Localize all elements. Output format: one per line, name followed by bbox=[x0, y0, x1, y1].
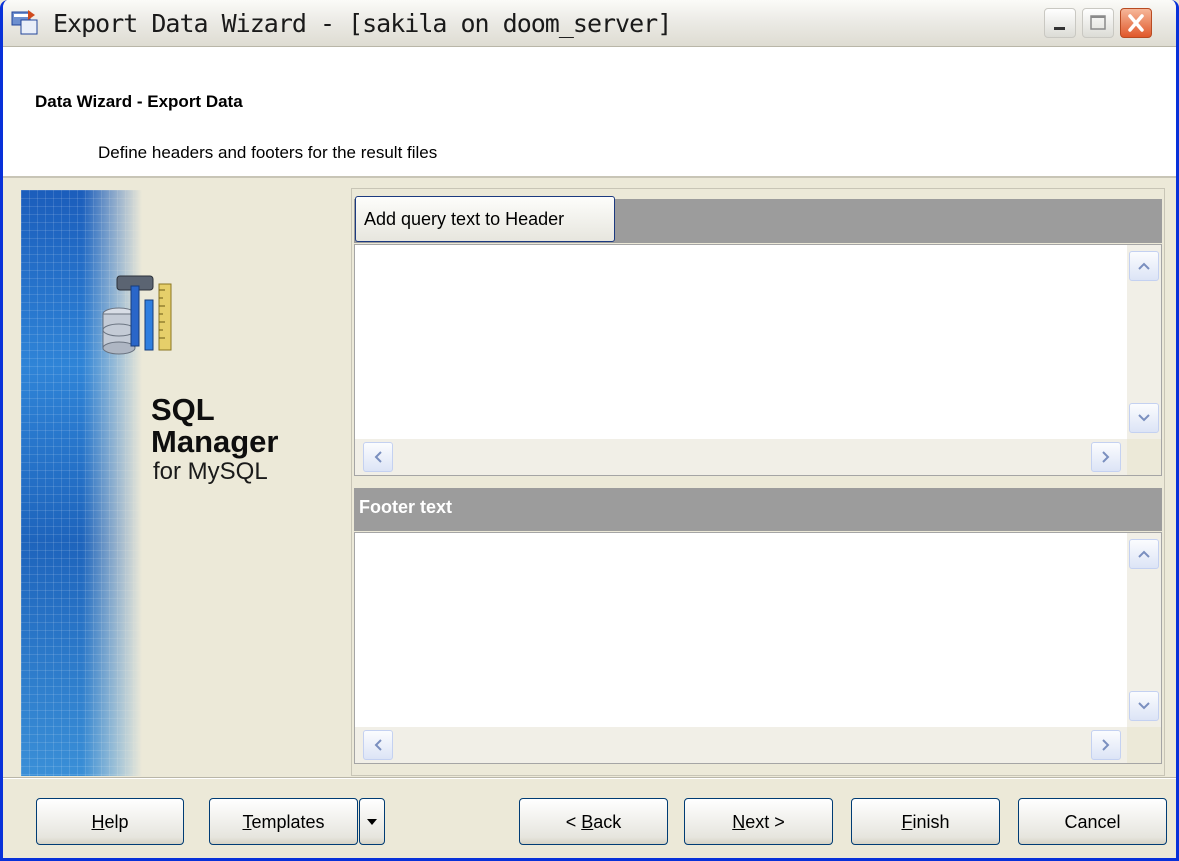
scroll-down-button[interactable] bbox=[1129, 403, 1159, 433]
product-for: for MySQL bbox=[153, 458, 268, 485]
back-prefix: < bbox=[565, 812, 582, 832]
scroll-up-button[interactable] bbox=[1129, 539, 1159, 569]
add-query-text-to-header-button[interactable]: Add query text to Header bbox=[355, 196, 615, 242]
arrow-up-icon bbox=[1138, 262, 1150, 270]
bottom-separator bbox=[3, 777, 1176, 779]
product-name-line2: Manager bbox=[151, 424, 279, 459]
next-label: ext > bbox=[745, 812, 785, 832]
footer-text-label: Footer text bbox=[359, 497, 453, 517]
templates-button[interactable]: Templates bbox=[209, 798, 358, 845]
maximize-icon bbox=[1090, 15, 1106, 30]
title-bar[interactable]: Export Data Wizard - [sakila on doom_ser… bbox=[3, 0, 1176, 47]
footer-horizontal-scrollbar[interactable] bbox=[355, 727, 1127, 763]
help-button[interactable]: Help bbox=[36, 798, 184, 845]
header-text-editor[interactable] bbox=[354, 244, 1162, 476]
next-accel: N bbox=[732, 812, 746, 832]
scroll-right-button[interactable] bbox=[1091, 442, 1121, 472]
product-name-line1: SQL bbox=[151, 392, 215, 427]
arrow-down-icon bbox=[1138, 702, 1150, 710]
scrollbar-corner bbox=[1127, 727, 1161, 763]
minimize-button[interactable] bbox=[1044, 8, 1076, 38]
footer-text-editor[interactable] bbox=[354, 532, 1162, 764]
footer-toolbar bbox=[354, 488, 1162, 531]
back-label: ack bbox=[593, 812, 622, 832]
arrow-left-icon bbox=[374, 451, 382, 463]
product-name: SQL Manager bbox=[151, 394, 278, 458]
templates-dropdown-button[interactable] bbox=[359, 798, 385, 845]
cancel-button[interactable]: Cancel bbox=[1018, 798, 1167, 845]
finish-accel: F bbox=[901, 812, 913, 832]
footer-vertical-scrollbar[interactable] bbox=[1127, 533, 1161, 727]
help-label: elp bbox=[104, 812, 129, 832]
arrow-up-icon bbox=[1138, 550, 1150, 558]
finish-button[interactable]: Finish bbox=[851, 798, 1000, 845]
next-button[interactable]: Next > bbox=[684, 798, 833, 845]
close-icon bbox=[1128, 14, 1144, 32]
scroll-down-button[interactable] bbox=[1129, 691, 1159, 721]
arrow-left-icon bbox=[374, 739, 382, 751]
export-data-wizard-window: Export Data Wizard - [sakila on doom_ser… bbox=[0, 0, 1179, 861]
arrow-right-icon bbox=[1102, 739, 1110, 751]
templates-label: emplates bbox=[251, 812, 325, 832]
help-accel: H bbox=[91, 812, 105, 832]
header-vertical-scrollbar[interactable] bbox=[1127, 245, 1161, 439]
maximize-button[interactable] bbox=[1082, 8, 1114, 38]
scroll-left-button[interactable] bbox=[363, 442, 393, 472]
scroll-up-button[interactable] bbox=[1129, 251, 1159, 281]
back-button[interactable]: < Back bbox=[519, 798, 668, 845]
scroll-left-button[interactable] bbox=[363, 730, 393, 760]
finish-label: inish bbox=[912, 812, 950, 832]
window-title: Export Data Wizard - [sakila on doom_ser… bbox=[53, 9, 672, 38]
arrow-down-icon bbox=[1138, 414, 1150, 422]
close-button[interactable] bbox=[1120, 8, 1152, 38]
arrow-right-icon bbox=[1102, 451, 1110, 463]
minimize-icon bbox=[1054, 27, 1065, 30]
product-icon bbox=[102, 275, 172, 355]
app-icon bbox=[11, 10, 38, 35]
wizard-step-subtitle: Define headers and footers for the resul… bbox=[98, 143, 438, 162]
scroll-right-button[interactable] bbox=[1091, 730, 1121, 760]
header-horizontal-scrollbar[interactable] bbox=[355, 439, 1127, 475]
back-accel: B bbox=[581, 812, 594, 832]
wizard-step-title: Data Wizard - Export Data bbox=[35, 92, 243, 111]
dropdown-arrow-icon bbox=[367, 819, 377, 825]
scrollbar-corner bbox=[1127, 439, 1161, 475]
